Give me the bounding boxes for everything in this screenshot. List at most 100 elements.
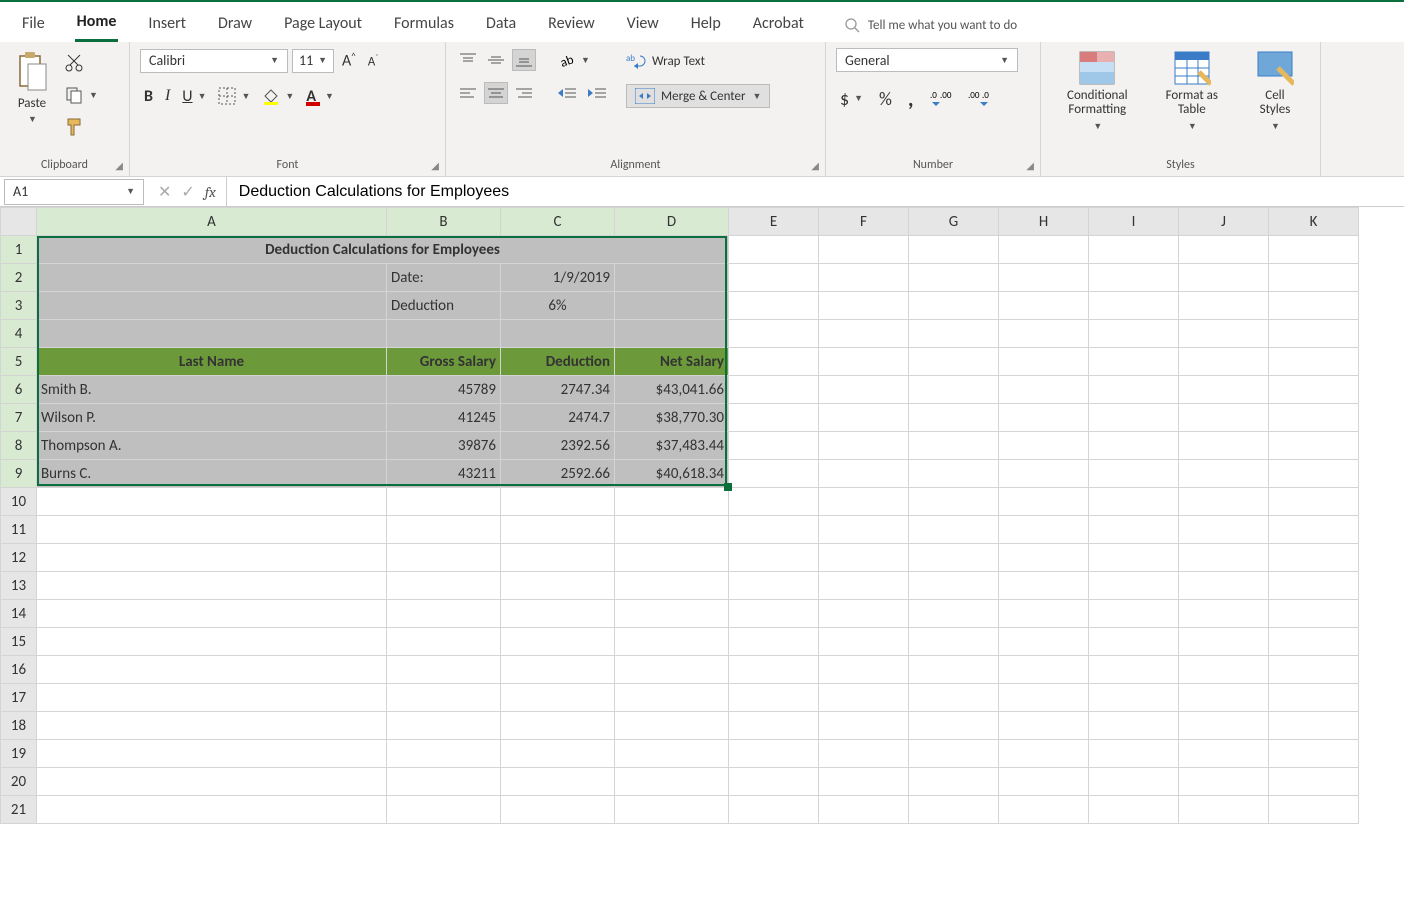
cell-G15[interactable]: [909, 628, 999, 656]
cell-J2[interactable]: [1179, 264, 1269, 292]
cell-F10[interactable]: [819, 488, 909, 516]
cell-G6[interactable]: [909, 376, 999, 404]
cell-C20[interactable]: [501, 768, 615, 796]
cell-A1[interactable]: Deduction Calculations for Employees: [37, 236, 729, 264]
align-right-button[interactable]: [512, 82, 536, 104]
cell-K14[interactable]: [1269, 600, 1359, 628]
cell-B17[interactable]: [387, 684, 501, 712]
cell-J18[interactable]: [1179, 712, 1269, 740]
cell-F15[interactable]: [819, 628, 909, 656]
cell-B16[interactable]: [387, 656, 501, 684]
cell-E8[interactable]: [729, 432, 819, 460]
cell-B19[interactable]: [387, 740, 501, 768]
format-as-table-button[interactable]: Format as Table▼: [1162, 48, 1222, 134]
cell-A5[interactable]: Last Name: [37, 348, 387, 376]
cell-D14[interactable]: [615, 600, 729, 628]
cell-C2[interactable]: 1/9/2019: [501, 264, 615, 292]
cell-G8[interactable]: [909, 432, 999, 460]
cell-I2[interactable]: [1089, 264, 1179, 292]
cell-I10[interactable]: [1089, 488, 1179, 516]
cell-J13[interactable]: [1179, 572, 1269, 600]
cell-B6[interactable]: 45789: [387, 376, 501, 404]
cell-H8[interactable]: [999, 432, 1089, 460]
cell-D12[interactable]: [615, 544, 729, 572]
cell-C14[interactable]: [501, 600, 615, 628]
cell-K21[interactable]: [1269, 796, 1359, 824]
cell-D15[interactable]: [615, 628, 729, 656]
row-header-14[interactable]: 14: [1, 600, 37, 628]
cell-H11[interactable]: [999, 516, 1089, 544]
col-header-K[interactable]: K: [1269, 208, 1359, 236]
cell-B5[interactable]: Gross Salary: [387, 348, 501, 376]
cell-H20[interactable]: [999, 768, 1089, 796]
cell-B4[interactable]: [387, 320, 501, 348]
cell-B8[interactable]: 39876: [387, 432, 501, 460]
cell-F1[interactable]: [819, 236, 909, 264]
row-header-8[interactable]: 8: [1, 432, 37, 460]
cell-F16[interactable]: [819, 656, 909, 684]
cell-K2[interactable]: [1269, 264, 1359, 292]
cell-A15[interactable]: [37, 628, 387, 656]
cell-H18[interactable]: [999, 712, 1089, 740]
formula-cancel-button[interactable]: ✕: [158, 182, 171, 202]
tab-view[interactable]: View: [625, 10, 661, 41]
row-header-15[interactable]: 15: [1, 628, 37, 656]
bold-button[interactable]: B: [140, 84, 157, 109]
cell-E4[interactable]: [729, 320, 819, 348]
cell-I7[interactable]: [1089, 404, 1179, 432]
tab-data[interactable]: Data: [484, 10, 518, 41]
cell-F14[interactable]: [819, 600, 909, 628]
cell-C8[interactable]: 2392.56: [501, 432, 615, 460]
align-bottom-button[interactable]: [512, 49, 536, 71]
cell-H9[interactable]: [999, 460, 1089, 488]
cell-E13[interactable]: [729, 572, 819, 600]
tab-review[interactable]: Review: [546, 10, 597, 41]
cell-G19[interactable]: [909, 740, 999, 768]
cell-F20[interactable]: [819, 768, 909, 796]
cell-K16[interactable]: [1269, 656, 1359, 684]
cell-K15[interactable]: [1269, 628, 1359, 656]
cell-E20[interactable]: [729, 768, 819, 796]
cell-I14[interactable]: [1089, 600, 1179, 628]
cell-C13[interactable]: [501, 572, 615, 600]
cell-H17[interactable]: [999, 684, 1089, 712]
cell-E14[interactable]: [729, 600, 819, 628]
tab-insert[interactable]: Insert: [146, 10, 188, 41]
cell-B15[interactable]: [387, 628, 501, 656]
cell-B11[interactable]: [387, 516, 501, 544]
cell-A6[interactable]: Smith B.: [37, 376, 387, 404]
row-header-21[interactable]: 21: [1, 796, 37, 824]
cell-B18[interactable]: [387, 712, 501, 740]
cell-H3[interactable]: [999, 292, 1089, 320]
cell-D8[interactable]: $37,483.44: [615, 432, 729, 460]
cell-F6[interactable]: [819, 376, 909, 404]
cell-A10[interactable]: [37, 488, 387, 516]
col-header-H[interactable]: H: [999, 208, 1089, 236]
cell-E6[interactable]: [729, 376, 819, 404]
cell-G13[interactable]: [909, 572, 999, 600]
cell-E7[interactable]: [729, 404, 819, 432]
cell-I1[interactable]: [1089, 236, 1179, 264]
cell-D17[interactable]: [615, 684, 729, 712]
cell-E12[interactable]: [729, 544, 819, 572]
cell-A20[interactable]: [37, 768, 387, 796]
cell-J12[interactable]: [1179, 544, 1269, 572]
cell-I17[interactable]: [1089, 684, 1179, 712]
cell-B7[interactable]: 41245: [387, 404, 501, 432]
cell-C12[interactable]: [501, 544, 615, 572]
cell-J8[interactable]: [1179, 432, 1269, 460]
cell-A17[interactable]: [37, 684, 387, 712]
cell-H6[interactable]: [999, 376, 1089, 404]
cut-button[interactable]: [60, 50, 102, 76]
col-header-G[interactable]: G: [909, 208, 999, 236]
cell-J20[interactable]: [1179, 768, 1269, 796]
merge-center-button[interactable]: Merge & Center ▼: [626, 84, 770, 108]
dialog-launcher-icon[interactable]: ◢: [811, 159, 819, 172]
align-left-button[interactable]: [456, 82, 480, 104]
conditional-formatting-button[interactable]: Conditional Formatting▼: [1063, 48, 1132, 134]
cell-B13[interactable]: [387, 572, 501, 600]
cell-I3[interactable]: [1089, 292, 1179, 320]
cell-G20[interactable]: [909, 768, 999, 796]
cell-A16[interactable]: [37, 656, 387, 684]
cell-K13[interactable]: [1269, 572, 1359, 600]
